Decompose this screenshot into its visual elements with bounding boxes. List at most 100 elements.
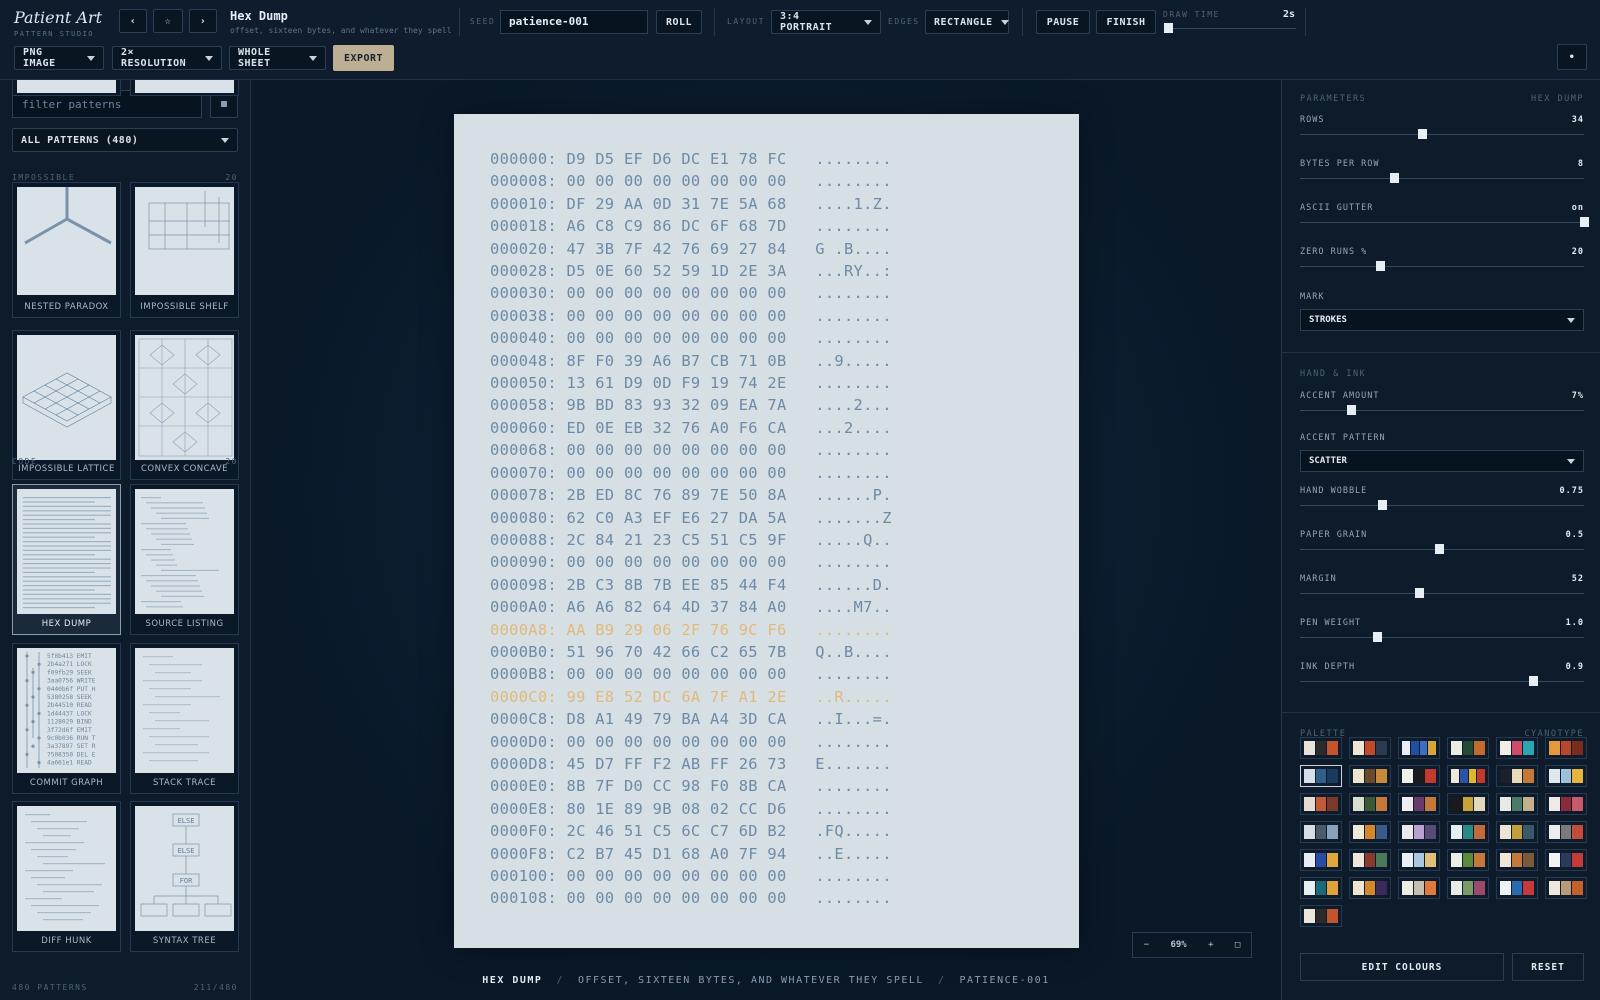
param-slider[interactable] bbox=[1300, 588, 1584, 600]
palette-swatch[interactable] bbox=[1300, 821, 1342, 843]
pattern-thumb-impossible-shelf[interactable]: IMPOSSIBLE SHELF bbox=[130, 182, 239, 318]
roll-button[interactable]: ROLL bbox=[656, 10, 702, 34]
palette-swatch[interactable] bbox=[1349, 765, 1391, 787]
slider-knob[interactable] bbox=[1418, 129, 1428, 139]
format-select[interactable]: PNG IMAGE bbox=[14, 46, 104, 70]
param-slider[interactable] bbox=[1300, 173, 1584, 185]
slider-knob[interactable] bbox=[1389, 173, 1399, 183]
swatch-color bbox=[1315, 909, 1327, 923]
zoom-in-button[interactable]: + bbox=[1208, 940, 1213, 950]
palette-swatch[interactable] bbox=[1545, 849, 1587, 871]
next-pattern-button[interactable]: › bbox=[189, 9, 217, 33]
pattern-thumb-partial[interactable] bbox=[12, 80, 121, 96]
palette-swatch[interactable] bbox=[1300, 905, 1342, 927]
slider-knob[interactable] bbox=[1435, 544, 1445, 554]
palette-swatch[interactable] bbox=[1398, 793, 1440, 815]
param-slider[interactable] bbox=[1300, 676, 1584, 688]
param-slider[interactable] bbox=[1300, 500, 1584, 512]
swatch-color bbox=[1304, 769, 1315, 783]
palette-swatch[interactable] bbox=[1300, 793, 1342, 815]
accent-amount-slider[interactable] bbox=[1300, 405, 1584, 417]
palette-swatch[interactable] bbox=[1398, 821, 1440, 843]
pattern-thumb-nested-paradox[interactable]: NESTED PARADOX bbox=[12, 182, 121, 318]
slider-knob[interactable] bbox=[1528, 676, 1538, 686]
palette-swatch[interactable] bbox=[1545, 793, 1587, 815]
palette-swatch[interactable] bbox=[1545, 877, 1587, 899]
fit-screen-icon[interactable]: □ bbox=[1235, 940, 1240, 950]
zoom-out-button[interactable]: − bbox=[1144, 940, 1149, 950]
slider-knob[interactable] bbox=[1580, 217, 1589, 227]
param-slider[interactable] bbox=[1300, 217, 1589, 229]
pattern-thumb-hex-dump[interactable]: HEX DUMP bbox=[12, 484, 121, 635]
pause-button[interactable]: PAUSE bbox=[1036, 10, 1090, 34]
param-slider[interactable] bbox=[1300, 129, 1584, 141]
param-slider[interactable] bbox=[1300, 544, 1584, 556]
palette-swatch[interactable] bbox=[1496, 877, 1538, 899]
scope-select[interactable]: WHOLE SHEET bbox=[229, 46, 326, 70]
palette-swatch[interactable] bbox=[1398, 765, 1440, 787]
slider-knob[interactable] bbox=[1415, 588, 1425, 598]
palette-swatch[interactable] bbox=[1447, 737, 1489, 759]
slider-knob[interactable] bbox=[1347, 405, 1357, 415]
reset-button[interactable]: RESET bbox=[1512, 953, 1584, 981]
favorite-star-icon[interactable]: ☆ bbox=[153, 9, 183, 33]
text-line bbox=[31, 905, 99, 907]
palette-swatch[interactable] bbox=[1300, 849, 1342, 871]
slider-knob[interactable] bbox=[1163, 23, 1173, 33]
palette-swatch[interactable] bbox=[1496, 737, 1538, 759]
thumb-image bbox=[17, 806, 116, 931]
palette-swatch[interactable] bbox=[1300, 877, 1342, 899]
palette-swatch[interactable] bbox=[1349, 821, 1391, 843]
palette-swatch[interactable] bbox=[1447, 765, 1489, 787]
mark-select[interactable]: STROKES bbox=[1300, 309, 1584, 331]
menu-dot-icon[interactable]: • bbox=[1557, 44, 1587, 70]
palette-swatch[interactable] bbox=[1496, 765, 1538, 787]
palette-swatch[interactable] bbox=[1447, 849, 1489, 871]
palette-swatch[interactable] bbox=[1349, 793, 1391, 815]
pattern-thumb-partial[interactable] bbox=[130, 80, 239, 96]
resolution-select[interactable]: 2× RESOLUTION bbox=[112, 46, 222, 70]
param-slider[interactable] bbox=[1300, 261, 1584, 273]
palette-swatch[interactable] bbox=[1545, 821, 1587, 843]
edges-select[interactable]: RECTANGLE bbox=[925, 10, 1009, 34]
palette-swatch[interactable] bbox=[1349, 849, 1391, 871]
pattern-thumb-stack-trace[interactable]: STACK TRACE bbox=[130, 643, 239, 794]
hex-row: 000040: 00 00 00 00 00 00 00 00 ........ bbox=[490, 327, 892, 349]
palette-swatch[interactable] bbox=[1300, 765, 1342, 787]
slider-knob[interactable] bbox=[1378, 500, 1388, 510]
category-select[interactable]: ALL PATTERNS (480) bbox=[12, 128, 238, 152]
pattern-thumb-source-listing[interactable]: SOURCE LISTING bbox=[130, 484, 239, 635]
impossible-lattice-art bbox=[22, 372, 112, 428]
palette-swatch[interactable] bbox=[1300, 737, 1342, 759]
palette-swatch[interactable] bbox=[1545, 737, 1587, 759]
pattern-thumb-diff-hunk[interactable]: DIFF HUNK bbox=[12, 801, 121, 952]
prev-pattern-button[interactable]: ‹ bbox=[119, 9, 147, 33]
edit-colours-button[interactable]: EDIT COLOURS bbox=[1300, 953, 1504, 981]
palette-swatch[interactable] bbox=[1349, 737, 1391, 759]
palette-swatch[interactable] bbox=[1398, 849, 1440, 871]
palette-swatch[interactable] bbox=[1447, 821, 1489, 843]
pattern-thumb-syntax-tree[interactable]: ELSE ELSE FOR SYNTAX TREE bbox=[130, 801, 239, 952]
text-line bbox=[149, 664, 202, 666]
palette-swatch[interactable] bbox=[1545, 765, 1587, 787]
palette-swatch[interactable] bbox=[1496, 849, 1538, 871]
draw-time-slider[interactable] bbox=[1163, 23, 1296, 35]
layout-select[interactable]: 3:4 PORTRAIT bbox=[771, 10, 881, 34]
palette-swatch[interactable] bbox=[1398, 737, 1440, 759]
caption-separator: / bbox=[937, 975, 946, 986]
slider-knob[interactable] bbox=[1372, 632, 1382, 642]
palette-swatch[interactable] bbox=[1447, 877, 1489, 899]
seed-input[interactable]: patience-001 bbox=[500, 10, 648, 34]
pattern-thumb-commit-graph[interactable]: 5f0b413 EMIT 2b4a271 LOCK f09fb29 SEEK 3aa0… bbox=[12, 643, 121, 794]
accent-pattern-select[interactable]: SCATTER bbox=[1300, 450, 1584, 472]
slider-knob[interactable] bbox=[1375, 261, 1385, 271]
palette-swatch[interactable] bbox=[1496, 793, 1538, 815]
palette-swatch[interactable] bbox=[1398, 877, 1440, 899]
finish-button[interactable]: FINISH bbox=[1096, 10, 1156, 34]
export-button[interactable]: EXPORT bbox=[333, 45, 394, 71]
palette-swatch[interactable] bbox=[1349, 877, 1391, 899]
pattern-title: Hex Dump bbox=[230, 9, 288, 23]
param-slider[interactable] bbox=[1300, 632, 1584, 644]
palette-swatch[interactable] bbox=[1496, 821, 1538, 843]
palette-swatch[interactable] bbox=[1447, 793, 1489, 815]
